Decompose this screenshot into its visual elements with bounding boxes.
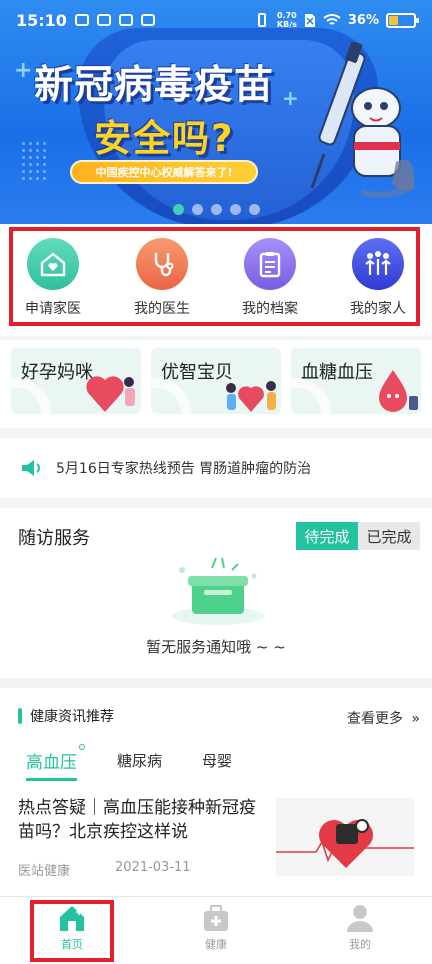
article-source: 医站健康 (18, 864, 71, 879)
tab-label: 健康 (205, 938, 227, 951)
empty-box-illustration (172, 557, 264, 625)
notification-icon (74, 14, 89, 26)
tab-maternal[interactable]: 母婴 (202, 750, 232, 773)
nav-my-records[interactable]: 我的档案 (220, 238, 320, 318)
wifi-icon (323, 14, 341, 25)
article-meta: 医站健康 2021-03-11 (18, 860, 268, 879)
followup-status-toggle: 待完成 已完成 (296, 522, 420, 550)
message-icon (96, 14, 111, 26)
tab-indicator (26, 778, 77, 781)
tab-pending[interactable]: 待完成 (296, 522, 358, 550)
banner-subtitle: 安全吗? (94, 117, 235, 160)
followup-service: 随访服务 待完成 已完成 暂无服务通知哦 ~ ~ (0, 508, 432, 678)
vaccine-mascot-illustration (310, 42, 416, 198)
medkit-icon (204, 905, 228, 931)
nav-my-doctor[interactable]: 我的医生 (112, 238, 212, 318)
tab-label: 糖尿病 (117, 752, 163, 770)
tab-hypertension[interactable]: 高血压 (26, 744, 85, 781)
carousel-dot[interactable] (172, 204, 184, 215)
card-title: 血糖血压 (301, 362, 373, 383)
home-icon (60, 906, 84, 931)
notice-text: 5月16日专家热线预告 胃肠道肿瘤的防治 (56, 461, 312, 477)
user-icon (347, 905, 373, 932)
network-speed: 0.70 KB/s (277, 11, 297, 29)
banner-tagline: 中国疾控中心权威解答来了! (70, 160, 258, 184)
tab-badge (79, 744, 85, 750)
tab-label: 我的 (349, 938, 371, 951)
nav-apply-family-doctor[interactable]: 申请家医 (3, 238, 103, 318)
decorative-dots (20, 140, 48, 180)
plus-decoration-icon: + (282, 86, 299, 110)
section-title: 随访服务 (18, 528, 90, 549)
status-time: 15:10 (16, 10, 67, 30)
family-icon (352, 238, 404, 290)
card-title: 好孕妈咪 (21, 362, 93, 383)
home-heart-icon (27, 238, 79, 290)
card-baby[interactable]: 优智宝贝 (151, 348, 281, 414)
card-pregnancy[interactable]: 好孕妈咪 (11, 348, 141, 414)
carousel-dot[interactable] (191, 204, 203, 215)
category-cards: 好孕妈咪 优智宝贝 血糖血压 (0, 340, 432, 428)
children-illustration (226, 381, 276, 412)
article-thumbnail[interactable] (276, 798, 414, 876)
nav-label: 我的医生 (134, 301, 190, 317)
tab-home[interactable]: 首页 (27, 903, 117, 952)
news-article[interactable]: 热点答疑｜高血压能接种新冠疫苗吗？北京疾控这样说 医站健康 2021-03-11 (18, 796, 268, 879)
news-tabs: 高血压 糖尿病 母婴 (26, 744, 272, 781)
mother-heart-illustration (86, 376, 135, 412)
blood-drop-illustration (379, 370, 418, 412)
banner-title: 新冠病毒疫苗 (34, 63, 275, 108)
quick-nav: 申请家医 我的医生 我的档案 我的家人 (0, 224, 432, 336)
empty-state-text: 暂无服务通知哦 ~ ~ (146, 638, 286, 656)
tab-label: 母婴 (202, 752, 233, 770)
mail-icon (118, 14, 133, 26)
plus-decoration-icon: + (14, 58, 33, 83)
tab-health[interactable]: 健康 (171, 903, 261, 952)
health-news: 健康资讯推荐 查看更多 » 高血压 糖尿病 母婴 热点答疑｜高血压能接种新冠疫苗… (0, 688, 432, 900)
hero-banner[interactable]: 15:10 0.70 KB/s 36% + + 新冠病毒疫苗 安全吗? 中国疾控… (0, 0, 432, 224)
battery-percent: 36% (347, 12, 379, 28)
tab-completed[interactable]: 已完成 (358, 522, 420, 550)
battery-level (389, 15, 399, 25)
article-title: 热点答疑｜高血压能接种新冠疫苗吗？北京疾控这样说 (18, 798, 256, 842)
network-speed-value: 0.70 (277, 11, 297, 20)
article-date: 2021-03-11 (115, 860, 191, 875)
bottom-tab-bar: 首页 健康 我的 (0, 896, 432, 964)
nav-my-family[interactable]: 我的家人 (328, 238, 428, 318)
vibrate-icon (257, 13, 266, 27)
section-header: 健康资讯推荐 (18, 706, 114, 726)
carousel-dot[interactable] (210, 204, 222, 215)
section-title: 健康资讯推荐 (30, 709, 114, 725)
nav-label: 申请家医 (25, 301, 81, 317)
view-more-link[interactable]: 查看更多 » (347, 708, 420, 728)
double-chevron-right-icon: » (411, 711, 420, 727)
speaker-icon (22, 460, 40, 476)
carousel-indicator[interactable] (0, 204, 432, 215)
tab-diabetes[interactable]: 糖尿病 (117, 750, 162, 773)
clipboard-icon (244, 238, 296, 290)
card-blood-sugar-pressure[interactable]: 血糖血压 (291, 348, 421, 414)
tab-me[interactable]: 我的 (315, 903, 405, 952)
calendar-icon (140, 14, 155, 26)
no-sim-icon (304, 13, 315, 27)
notice-bar[interactable]: 5月16日专家热线预告 胃肠道肿瘤的防治 (0, 438, 432, 498)
tab-label: 高血压 (26, 753, 77, 773)
stethoscope-icon (136, 238, 188, 290)
nav-label: 我的家人 (350, 301, 406, 317)
carousel-dot[interactable] (248, 204, 260, 215)
nav-label: 我的档案 (242, 301, 298, 317)
view-more-label: 查看更多 (346, 711, 403, 727)
battery-icon (386, 12, 419, 28)
tab-label: 首页 (61, 938, 83, 951)
carousel-dot[interactable] (229, 204, 241, 215)
section-marker (18, 708, 22, 724)
